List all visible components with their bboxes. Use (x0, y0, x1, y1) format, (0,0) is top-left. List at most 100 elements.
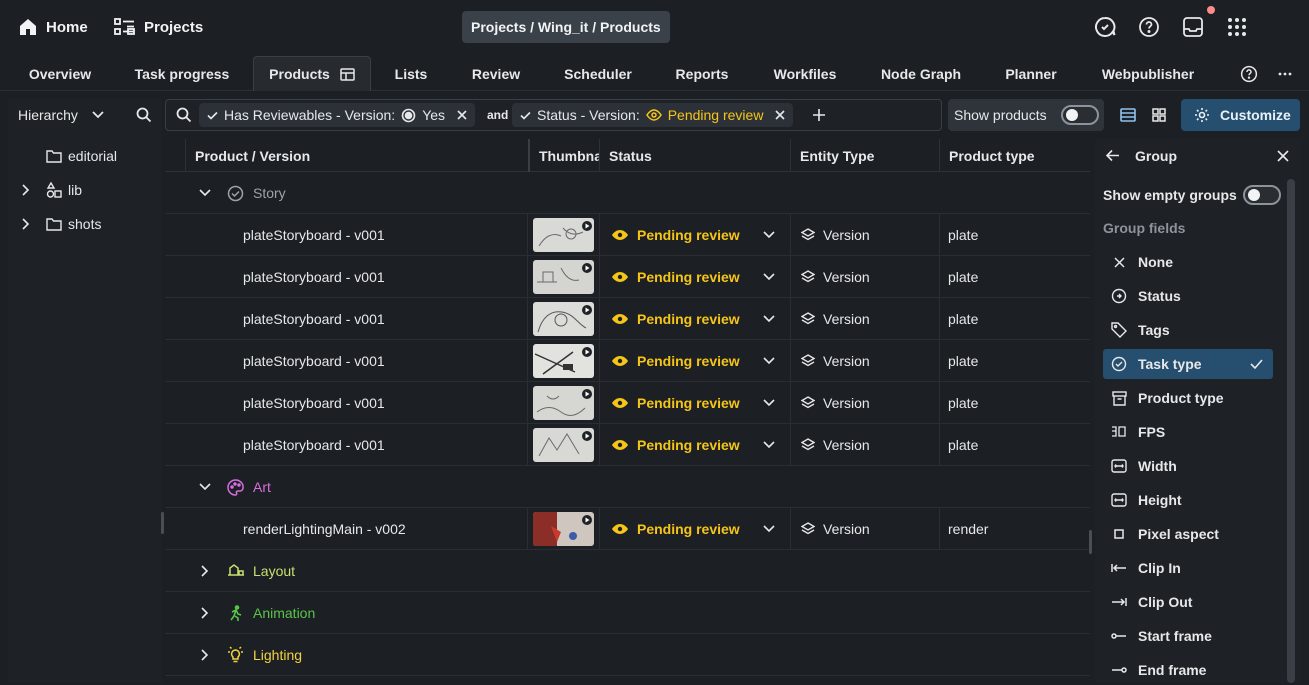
search-icon[interactable] (136, 107, 152, 123)
group-field-pixel-aspect[interactable]: Pixel aspect (1103, 519, 1273, 549)
help-icon[interactable] (1238, 56, 1260, 91)
tab-webpublisher[interactable]: Webpublisher (1092, 56, 1204, 91)
thumbnail[interactable] (533, 386, 594, 420)
remove-chip-icon[interactable] (775, 110, 786, 120)
table-row[interactable]: plateStoryboard - v001 Pending review Ve… (165, 424, 1090, 466)
chevron-right-icon[interactable] (201, 592, 209, 634)
status-dropdown[interactable]: Pending review (611, 424, 740, 466)
column-header-status[interactable]: Status (599, 139, 790, 172)
chevron-down-icon[interactable] (763, 256, 775, 298)
status-dropdown[interactable]: Pending review (611, 256, 740, 298)
toggle-switch[interactable] (1060, 105, 1099, 125)
tab-reports[interactable]: Reports (665, 56, 739, 91)
group-row-story[interactable]: Story (165, 172, 1090, 214)
tab-workfiles[interactable]: Workfiles (762, 56, 848, 91)
table-row[interactable]: plateStoryboard - v001 Pending review Ve… (165, 340, 1090, 382)
group-field-start-frame[interactable]: Start frame (1103, 621, 1273, 651)
group-row-art[interactable]: Art (165, 466, 1090, 508)
chevron-down-icon[interactable] (763, 340, 775, 382)
tree-item-editorial[interactable]: editorial (46, 139, 117, 173)
help-icon[interactable] (1136, 14, 1162, 40)
chevron-right-icon[interactable] (201, 634, 209, 676)
table-row[interactable]: plateStoryboard - v001 Pending review Ve… (165, 256, 1090, 298)
close-icon[interactable] (1277, 150, 1289, 162)
tab-review[interactable]: Review (462, 56, 530, 91)
column-header-entity-type[interactable]: Entity Type (790, 139, 939, 172)
projects-link[interactable]: Projects (114, 12, 203, 42)
group-field-end-frame[interactable]: End frame (1103, 655, 1273, 685)
chevron-down-icon[interactable] (763, 214, 775, 256)
filter-chip-status[interactable]: Status - Version: Pending review (512, 103, 794, 127)
table-row[interactable]: plateStoryboard - v001 Pending review Ve… (165, 382, 1090, 424)
group-field-task-type[interactable]: Task type (1103, 349, 1273, 379)
group-row-animation[interactable]: Animation (165, 592, 1090, 634)
show-products-toggle[interactable]: Show products (948, 99, 1104, 131)
filter-bar[interactable]: Has Reviewables - Version: Yes and Statu… (165, 99, 942, 131)
chevron-down-icon[interactable] (199, 172, 211, 214)
column-header-thumbnail[interactable]: Thumbnail (528, 139, 599, 172)
status-dropdown[interactable]: Pending review (611, 298, 740, 340)
group-row-lighting[interactable]: Lighting (165, 634, 1090, 676)
chevron-down-icon[interactable] (763, 508, 775, 550)
thumbnail[interactable] (533, 218, 594, 252)
remove-chip-icon[interactable] (457, 110, 467, 120)
table-row[interactable]: plateStoryboard - v001 Pending review Ve… (165, 214, 1090, 256)
add-filter-icon[interactable] (813, 109, 825, 121)
home-link[interactable]: Home (18, 12, 88, 42)
status-dropdown[interactable]: Pending review (611, 340, 740, 382)
tab-task-progress[interactable]: Task progress (122, 56, 242, 91)
group-field-tags[interactable]: Tags (1103, 315, 1273, 345)
status-dropdown[interactable]: Pending review (611, 382, 740, 424)
filter-connector[interactable]: and (487, 108, 508, 122)
chat-icon[interactable] (1092, 14, 1118, 40)
group-field-none[interactable]: None (1103, 247, 1273, 277)
thumbnail[interactable] (533, 512, 594, 546)
tab-planner[interactable]: Planner (996, 56, 1066, 91)
thumbnail[interactable] (533, 260, 594, 294)
chevron-right-icon[interactable] (201, 550, 209, 592)
table-view-icon[interactable] (1112, 99, 1143, 131)
tab-overview[interactable]: Overview (12, 56, 108, 91)
chevron-down-icon[interactable] (763, 382, 775, 424)
group-field-width[interactable]: Width (1103, 451, 1273, 481)
tab-lists[interactable]: Lists (384, 56, 438, 91)
status-dropdown[interactable]: Pending review (611, 508, 740, 550)
group-field-clip-in[interactable]: Clip In (1103, 553, 1273, 583)
hierarchy-dropdown[interactable]: Hierarchy (18, 107, 104, 123)
apps-grid-icon[interactable] (1224, 14, 1250, 40)
group-row-layout[interactable]: Layout (165, 550, 1090, 592)
column-header-product[interactable]: Product / Version (185, 139, 528, 172)
chevron-down-icon[interactable] (763, 424, 775, 466)
group-field-height[interactable]: Height (1103, 485, 1273, 515)
chevron-right-icon[interactable] (22, 184, 30, 196)
tree-item-lib[interactable]: lib (22, 173, 82, 207)
resize-handle[interactable] (161, 512, 164, 534)
grid-view-icon[interactable] (1143, 99, 1174, 131)
inbox-icon[interactable] (1180, 14, 1206, 40)
table-row[interactable]: plateStoryboard - v001 Pending review Ve… (165, 298, 1090, 340)
toggle-switch[interactable] (1242, 185, 1281, 205)
breadcrumb[interactable]: Projects / Wing_it / Products (462, 11, 670, 43)
group-field-fps[interactable]: FPS (1103, 417, 1273, 447)
chevron-down-icon[interactable] (763, 298, 775, 340)
tab-products[interactable]: Products (253, 56, 371, 91)
group-field-product-type[interactable]: Product type (1103, 383, 1273, 413)
table-row[interactable]: renderLightingMain - v002 Pending review… (165, 508, 1090, 550)
group-panel-scrollbar[interactable] (1287, 179, 1295, 683)
status-dropdown[interactable]: Pending review (611, 214, 740, 256)
group-field-clip-out[interactable]: Clip Out (1103, 587, 1273, 617)
more-icon[interactable] (1274, 56, 1296, 91)
tab-node-graph[interactable]: Node Graph (872, 56, 970, 91)
resize-handle[interactable] (1089, 530, 1092, 554)
thumbnail[interactable] (533, 302, 594, 336)
tab-scheduler[interactable]: Scheduler (555, 56, 641, 91)
group-field-status[interactable]: Status (1103, 281, 1273, 311)
thumbnail[interactable] (533, 428, 594, 462)
chevron-right-icon[interactable] (22, 218, 30, 230)
thumbnail[interactable] (533, 344, 594, 378)
chevron-down-icon[interactable] (199, 466, 211, 508)
customize-button[interactable]: Customize (1181, 99, 1300, 131)
column-header-product-type[interactable]: Product type (939, 139, 1090, 172)
filter-chip-has-reviewables[interactable]: Has Reviewables - Version: Yes (199, 103, 476, 127)
tree-item-shots[interactable]: shots (22, 207, 101, 241)
